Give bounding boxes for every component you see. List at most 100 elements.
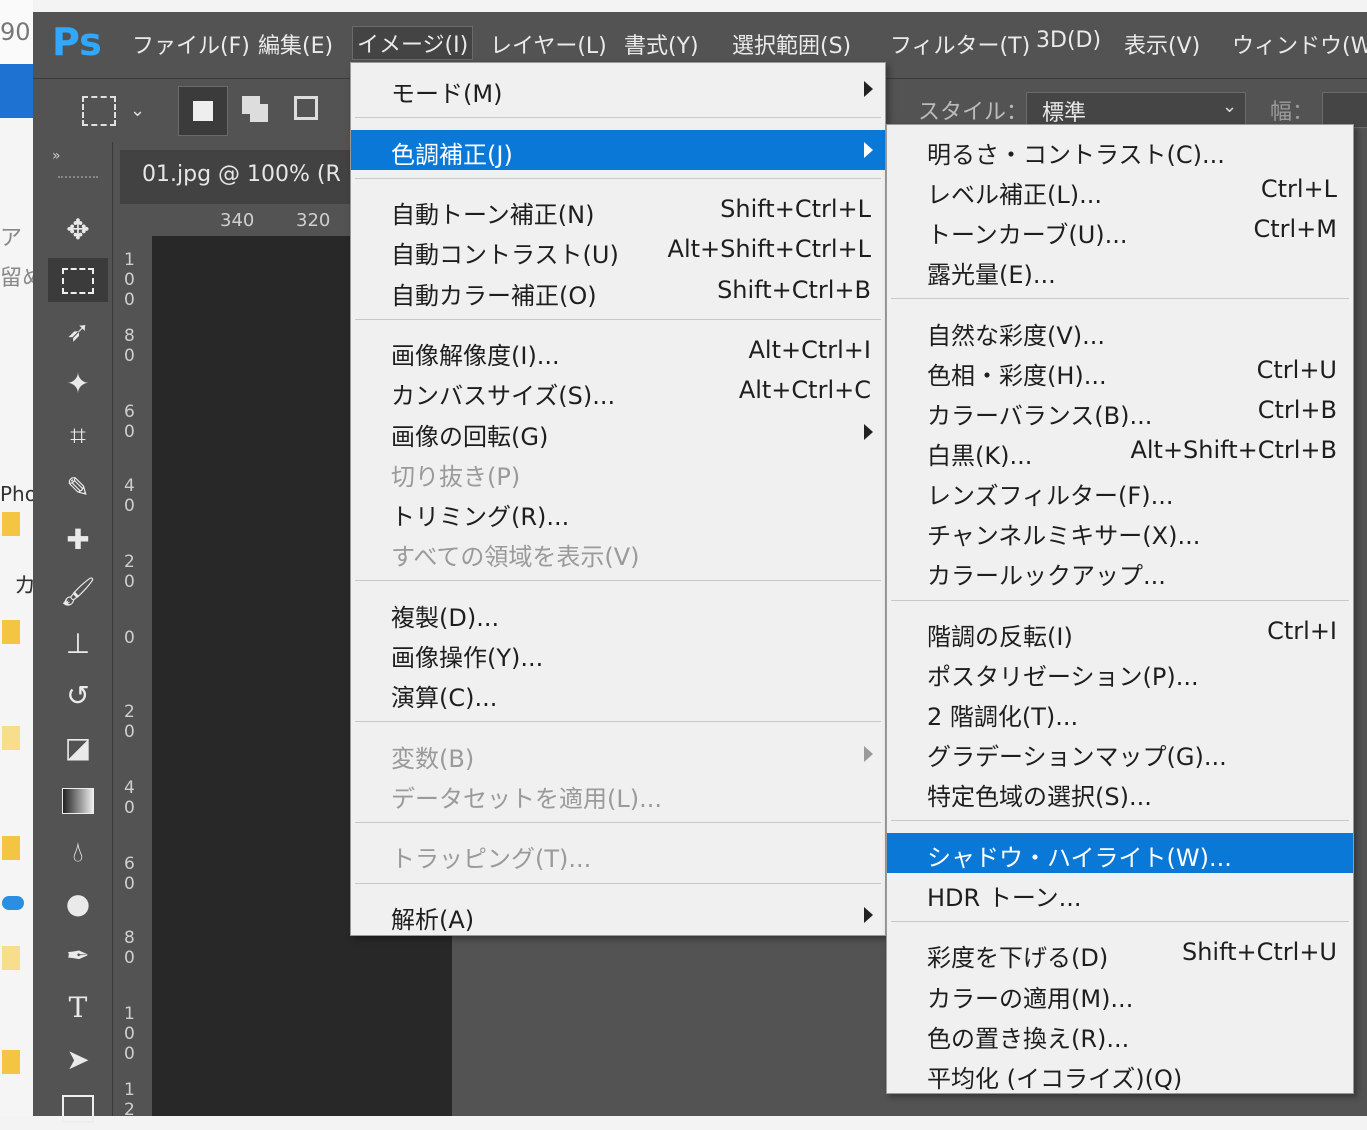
ruler-label: 0 (124, 628, 135, 648)
expand-panel-icon[interactable]: » (52, 148, 61, 164)
dodge-tool-icon[interactable]: ● (48, 882, 108, 926)
path-select-tool-icon[interactable]: ➤ (48, 1038, 108, 1082)
adjust-menu-item[interactable]: 明るさ・コントラスト(C)... (887, 130, 1353, 170)
ruler-label: 8 0 (124, 326, 135, 366)
adjust-menu-item[interactable]: HDR トーン... (887, 873, 1353, 913)
new-selection-button[interactable] (178, 86, 228, 136)
adjust-menu-item[interactable]: 彩度を下げる(D) Shift+Ctrl+U (887, 933, 1353, 973)
history-brush-tool-icon[interactable]: ↺ (48, 674, 108, 718)
image-menu-item[interactable]: 色調補正(J) (351, 129, 885, 170)
adjust-menu-item[interactable]: 平均化 (イコライズ)(Q) (887, 1054, 1353, 1094)
menu-file[interactable]: ファイル(F) (132, 28, 250, 60)
menu-separator (355, 882, 881, 884)
image-menu-item: 切り抜き(P) (351, 452, 885, 492)
subtract-selection-icon[interactable] (294, 96, 318, 120)
chevron-down-icon[interactable]: ⌄ (130, 100, 145, 121)
adjust-menu-item[interactable]: 特定色域の選択(S)... (887, 772, 1353, 812)
adjust-menu-item[interactable]: 階調の反転(I) Ctrl+I (887, 612, 1353, 652)
menu-type[interactable]: 書式(Y) (624, 28, 699, 60)
image-menu-item-label: 複製(D)... (391, 603, 500, 632)
pen-tool-icon[interactable]: ✒ (48, 934, 108, 978)
menu-view[interactable]: 表示(V) (1124, 28, 1200, 60)
marquee-tool-preset-icon[interactable] (82, 96, 116, 126)
adjust-menu-item[interactable]: 自然な彩度(V)... (887, 311, 1353, 351)
brush-tool-icon[interactable]: 🖌︎ (48, 570, 108, 614)
image-menu-item-shortcut: Alt+Shift+Ctrl+L (667, 235, 871, 264)
image-menu-item[interactable]: モード(M) (351, 69, 885, 109)
adjust-menu-item[interactable]: 白黒(K)... Alt+Shift+Ctrl+B (887, 431, 1353, 471)
image-menu-item[interactable]: 画像の回転(G) (351, 412, 885, 452)
image-menu-item[interactable]: トリミング(R)... (351, 492, 885, 532)
folder-icon (2, 1050, 20, 1074)
menu-image[interactable]: イメージ(I) (352, 26, 474, 60)
adjust-menu-item[interactable]: シャドウ・ハイライト(W)... (887, 832, 1353, 873)
image-menu-item[interactable]: 自動カラー補正(O) Shift+Ctrl+B (351, 271, 885, 311)
eyedropper-tool-icon[interactable]: ✎ (48, 466, 108, 510)
add-selection-icon[interactable] (242, 96, 260, 114)
folder-icon (2, 726, 20, 750)
eraser-tool-icon[interactable]: ◪ (48, 726, 108, 770)
adjust-menu-item[interactable]: 露光量(E)... (887, 250, 1353, 290)
submenu-arrow-icon (864, 745, 873, 762)
stamp-tool-icon[interactable]: ⊥ (48, 622, 108, 666)
adjust-menu-item[interactable]: レベル補正(L)... Ctrl+L (887, 170, 1353, 210)
menu-3d[interactable]: 3D(D) (1036, 28, 1101, 53)
adjust-menu-item[interactable]: 2 階調化(T)... (887, 692, 1353, 732)
adjust-menu-item-label: 特定色域の選択(S)... (927, 783, 1152, 812)
healing-tool-icon[interactable]: ✚ (48, 518, 108, 562)
background-blue-bar (0, 64, 33, 118)
width-label: 幅： (1270, 100, 1315, 125)
adjust-menu-item[interactable]: カラーバランス(B)... Ctrl+B (887, 391, 1353, 431)
blur-tool-icon[interactable]: 💧︎ (48, 830, 108, 874)
ruler-label: 1 0 0 (124, 250, 135, 310)
gradient-tool-icon[interactable] (48, 778, 108, 822)
width-input[interactable] (1322, 92, 1367, 128)
move-tool-icon[interactable]: ✥ (48, 208, 108, 252)
image-menu-item-label: 自動トーン補正(N) (391, 201, 595, 230)
adjust-menu-item[interactable]: 色相・彩度(H)... Ctrl+U (887, 351, 1353, 391)
folder-icon (2, 620, 20, 644)
image-menu-item[interactable]: 画像操作(Y)... (351, 633, 885, 673)
magic-wand-tool-icon[interactable]: ✦ (48, 362, 108, 406)
adjust-menu-item[interactable]: ポスタリゼーション(P)... (887, 652, 1353, 692)
ruler-label: 4 0 (124, 476, 135, 516)
adjust-menu-item-label: 色の置き換え(R)... (927, 1024, 1130, 1053)
menu-layer[interactable]: レイヤー(L) (490, 28, 607, 60)
adjust-menu-item[interactable]: カラールックアップ... (887, 551, 1353, 591)
image-menu-item[interactable]: 画像解像度(I)... Alt+Ctrl+I (351, 331, 885, 371)
image-menu-item[interactable]: 解析(A) (351, 895, 885, 935)
image-menu-item-label: 変数(B) (391, 744, 475, 773)
type-tool-icon[interactable]: T (48, 986, 108, 1030)
menu-select[interactable]: 選択範囲(S) (732, 28, 851, 60)
image-menu-item-label: 色調補正(J) (391, 140, 513, 169)
adjust-menu-item-label: 露光量(E)... (927, 261, 1056, 290)
lasso-tool-icon[interactable]: ➶ (48, 310, 108, 354)
style-select-value: 標準 (1042, 101, 1087, 126)
adjust-menu-item[interactable]: グラデーションマップ(G)... (887, 732, 1353, 772)
image-menu-item-label: 自動カラー補正(O) (391, 281, 597, 310)
adjust-menu-item[interactable]: 色の置き換え(R)... (887, 1014, 1353, 1054)
adjust-menu-item-shortcut: Ctrl+L (1260, 175, 1337, 204)
adjust-menu-item[interactable]: レンズフィルター(F)... (887, 471, 1353, 511)
image-menu: モード(M) 色調補正(J) 自動トーン補正(N) Shift+Ctrl+L 自動コント… (350, 62, 886, 936)
menu-separator (355, 821, 881, 823)
adjust-menu-item[interactable]: トーンカーブ(U)... Ctrl+M (887, 210, 1353, 250)
menu-edit[interactable]: 編集(E) (258, 28, 333, 60)
panel-grip[interactable] (58, 176, 98, 184)
menu-filter[interactable]: フィルター(T) (890, 28, 1030, 60)
adjust-menu-item[interactable]: カラーの適用(M)... (887, 974, 1353, 1014)
adjust-menu-item[interactable]: チャンネルミキサー(X)... (887, 511, 1353, 551)
folder-icon (2, 946, 20, 970)
image-menu-item[interactable]: 複製(D)... (351, 593, 885, 633)
image-menu-item[interactable]: カンバスサイズ(S)... Alt+Ctrl+C (351, 371, 885, 411)
image-menu-item-label: 画像解像度(I)... (391, 342, 560, 371)
shape-tool-icon[interactable] (48, 1086, 108, 1130)
marquee-tool-icon[interactable] (48, 258, 108, 302)
document-tab[interactable]: 01.jpg @ 100% (R (142, 162, 341, 187)
image-menu-item[interactable]: 自動トーン補正(N) Shift+Ctrl+L (351, 190, 885, 230)
image-menu-item[interactable]: 演算(C)... (351, 673, 885, 713)
image-menu-item[interactable]: 自動コントラスト(U) Alt+Shift+Ctrl+L (351, 230, 885, 270)
menu-window[interactable]: ウィンドウ(W) (1232, 28, 1367, 60)
crop-tool-icon[interactable]: ⌗ (48, 414, 108, 458)
folder-icon (2, 836, 20, 860)
